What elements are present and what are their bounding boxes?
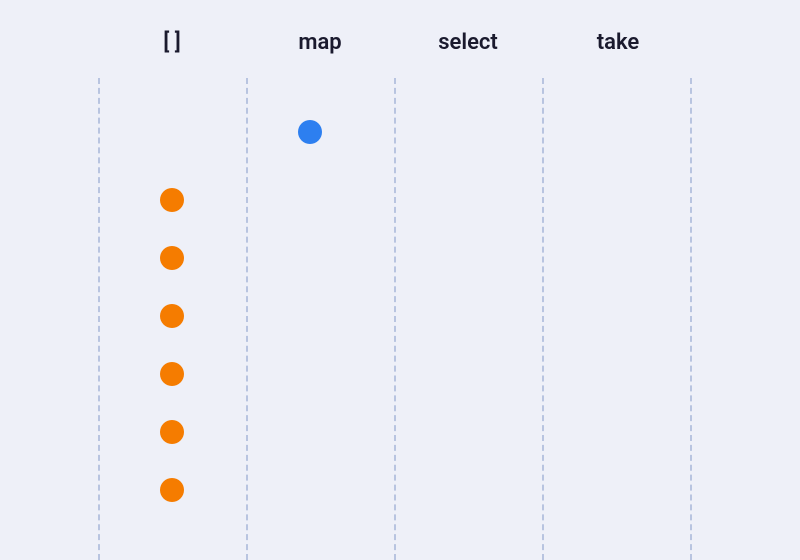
column-header-select: select: [438, 30, 498, 55]
marble-queued: [160, 304, 184, 328]
marble-queued: [160, 362, 184, 386]
lane-divider: [246, 78, 248, 560]
marble-queued: [160, 246, 184, 270]
marble-emitted: [298, 120, 322, 144]
marble-queued: [160, 420, 184, 444]
marble-diagram: [ ] map select take: [0, 0, 800, 560]
lane-divider: [542, 78, 544, 560]
lane-divider: [98, 78, 100, 560]
column-header-source: [ ]: [163, 30, 181, 55]
column-header-take: take: [597, 30, 639, 55]
marble-queued: [160, 188, 184, 212]
lane-divider: [394, 78, 396, 560]
lane-divider: [690, 78, 692, 560]
marble-queued: [160, 478, 184, 502]
column-header-map: map: [298, 30, 341, 55]
